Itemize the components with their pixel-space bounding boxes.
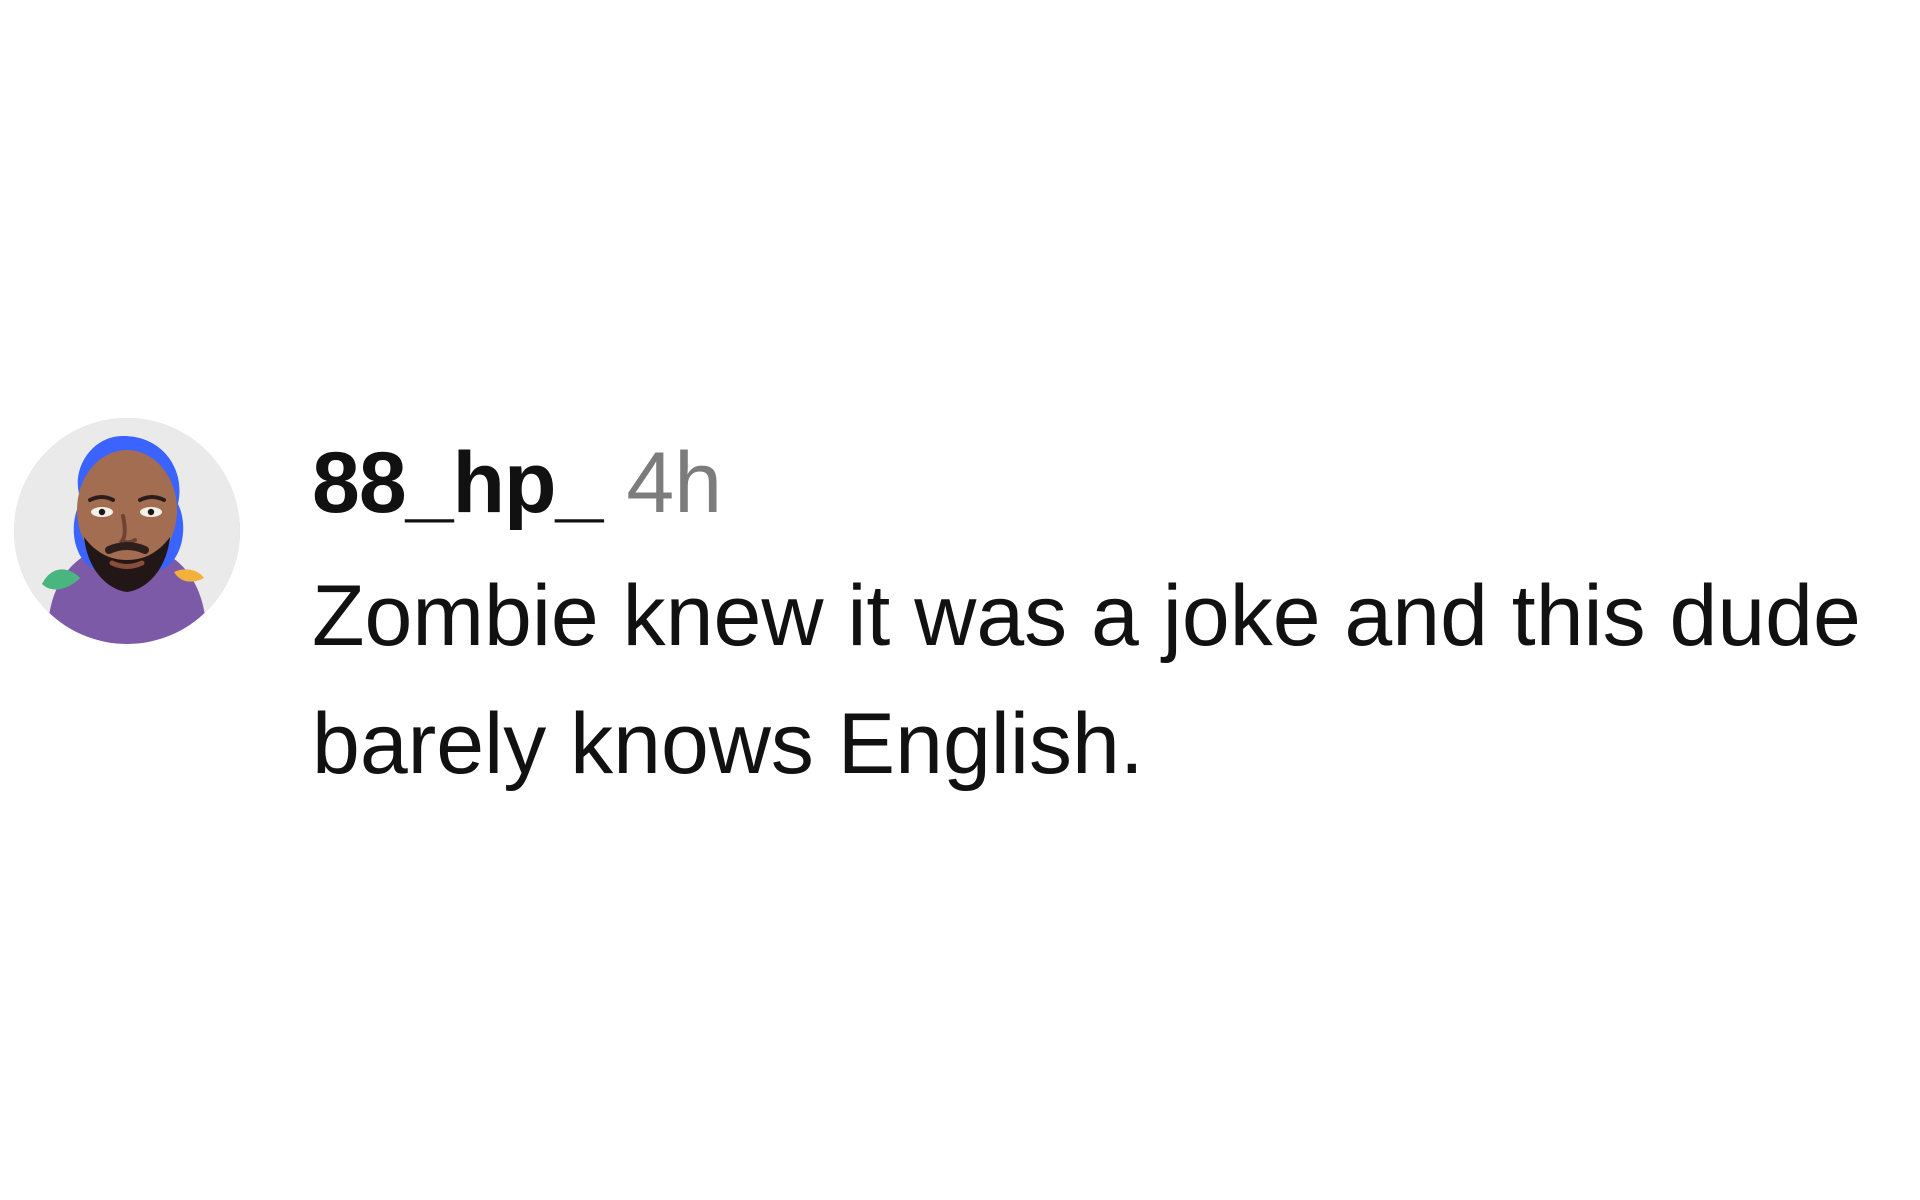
user-avatar-icon	[14, 418, 240, 644]
comment-text: Zombie knew it was a joke and this dude …	[312, 568, 1861, 792]
comment-meta: 88_hp_ 4h	[312, 440, 1902, 526]
username[interactable]: 88_hp_	[312, 440, 603, 526]
comment-item: 88_hp_ 4h Zombie knew it was a joke and …	[14, 418, 1914, 808]
timestamp: 4h	[626, 435, 723, 531]
comment-content: 88_hp_ 4h Zombie knew it was a joke and …	[312, 418, 1902, 808]
avatar[interactable]	[14, 418, 240, 644]
